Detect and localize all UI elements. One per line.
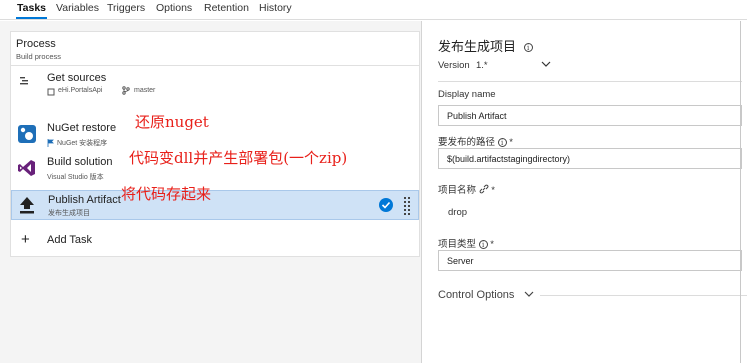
get-sources-icon	[18, 74, 32, 91]
required-mark: *	[509, 137, 513, 148]
required-mark: *	[491, 185, 495, 196]
details-title: 发布生成项目 i	[438, 36, 533, 55]
info-icon[interactable]: i	[523, 43, 533, 53]
divider	[540, 295, 747, 296]
task-sub: eHi.PortalsApi	[58, 87, 103, 94]
control-options-toggle[interactable]: Control Options	[438, 289, 534, 301]
tab-variables[interactable]: Variables	[56, 2, 99, 14]
repo-icon	[47, 87, 55, 99]
item-name-label: 项目名称 *	[438, 182, 495, 197]
item-name-label-text: 项目名称	[438, 185, 477, 196]
task-publish-artifact[interactable]: Publish Artifact 发布生成项目	[11, 190, 419, 220]
path-label-text: 要发布的路径	[438, 137, 496, 148]
task-name: Publish Artifact	[48, 194, 121, 206]
display-name-input[interactable]	[438, 105, 742, 126]
link-icon[interactable]	[479, 184, 489, 197]
control-options-label: Control Options	[438, 289, 515, 301]
tab-tasks[interactable]: Tasks	[16, 2, 47, 19]
info-icon[interactable]: i	[478, 239, 488, 249]
task-name: Build solution	[47, 156, 113, 168]
required-mark: *	[490, 239, 494, 250]
task-sub: 发布生成项目	[48, 210, 90, 217]
branch-name: master	[134, 87, 156, 94]
process-subtitle: Build process	[16, 52, 62, 61]
annotation-publish: 将代码存起来	[121, 185, 212, 203]
item-type-label: 项目类型 i *	[438, 236, 494, 250]
drag-handle-icon[interactable]	[404, 196, 410, 219]
scrollbar-track[interactable]	[740, 21, 741, 363]
tab-retention[interactable]: Retention	[204, 2, 249, 14]
item-type-label-text: 项目类型	[438, 239, 477, 250]
tab-history[interactable]: History	[259, 2, 292, 14]
flag-icon	[47, 138, 54, 150]
chevron-down-icon	[524, 289, 534, 301]
path-input[interactable]	[438, 148, 742, 169]
info-icon[interactable]: i	[497, 137, 507, 147]
upload-arrow-icon	[19, 196, 35, 217]
annotation-nuget: 还原nuget	[135, 113, 209, 131]
tab-triggers[interactable]: Triggers	[107, 2, 145, 14]
display-name-label: Display name	[438, 89, 496, 100]
task-details-pane: 发布生成项目 i Version 1.* Display name 要发布的路径…	[422, 21, 747, 363]
plus-icon: +	[21, 231, 30, 248]
nuget-icon	[18, 125, 36, 146]
task-name: Get sources	[47, 72, 107, 84]
version-label: Version	[438, 60, 470, 71]
divider	[438, 81, 742, 82]
visual-studio-icon	[18, 159, 36, 180]
path-label: 要发布的路径 i *	[438, 134, 513, 148]
task-sub: Visual Studio 版本	[47, 174, 104, 181]
tab-options[interactable]: Options	[156, 2, 192, 14]
annotation-build: 代码变dll并产生部署包(一个zip)	[129, 149, 348, 167]
task-sub: NuGet 安装程序	[57, 140, 108, 147]
add-task-button[interactable]: + Add Task	[11, 229, 419, 253]
process-title: Process	[16, 38, 56, 50]
item-type-input[interactable]	[438, 250, 742, 271]
add-task-label: Add Task	[47, 234, 93, 246]
check-icon	[379, 198, 393, 212]
task-get-sources[interactable]: Get sources eHi.PortalsApi master	[11, 69, 419, 99]
details-title-text: 发布生成项目	[438, 39, 517, 54]
item-name-value: drop	[448, 207, 468, 218]
process-pane: Process Build process Get sources eHi.Po…	[0, 21, 422, 363]
version-select[interactable]: 1.*	[476, 60, 488, 71]
task-name: NuGet restore	[47, 122, 117, 134]
chevron-down-icon[interactable]	[541, 59, 551, 71]
branch-icon	[122, 86, 130, 98]
tab-bar: Tasks Variables Triggers Options Retenti…	[0, 0, 747, 20]
